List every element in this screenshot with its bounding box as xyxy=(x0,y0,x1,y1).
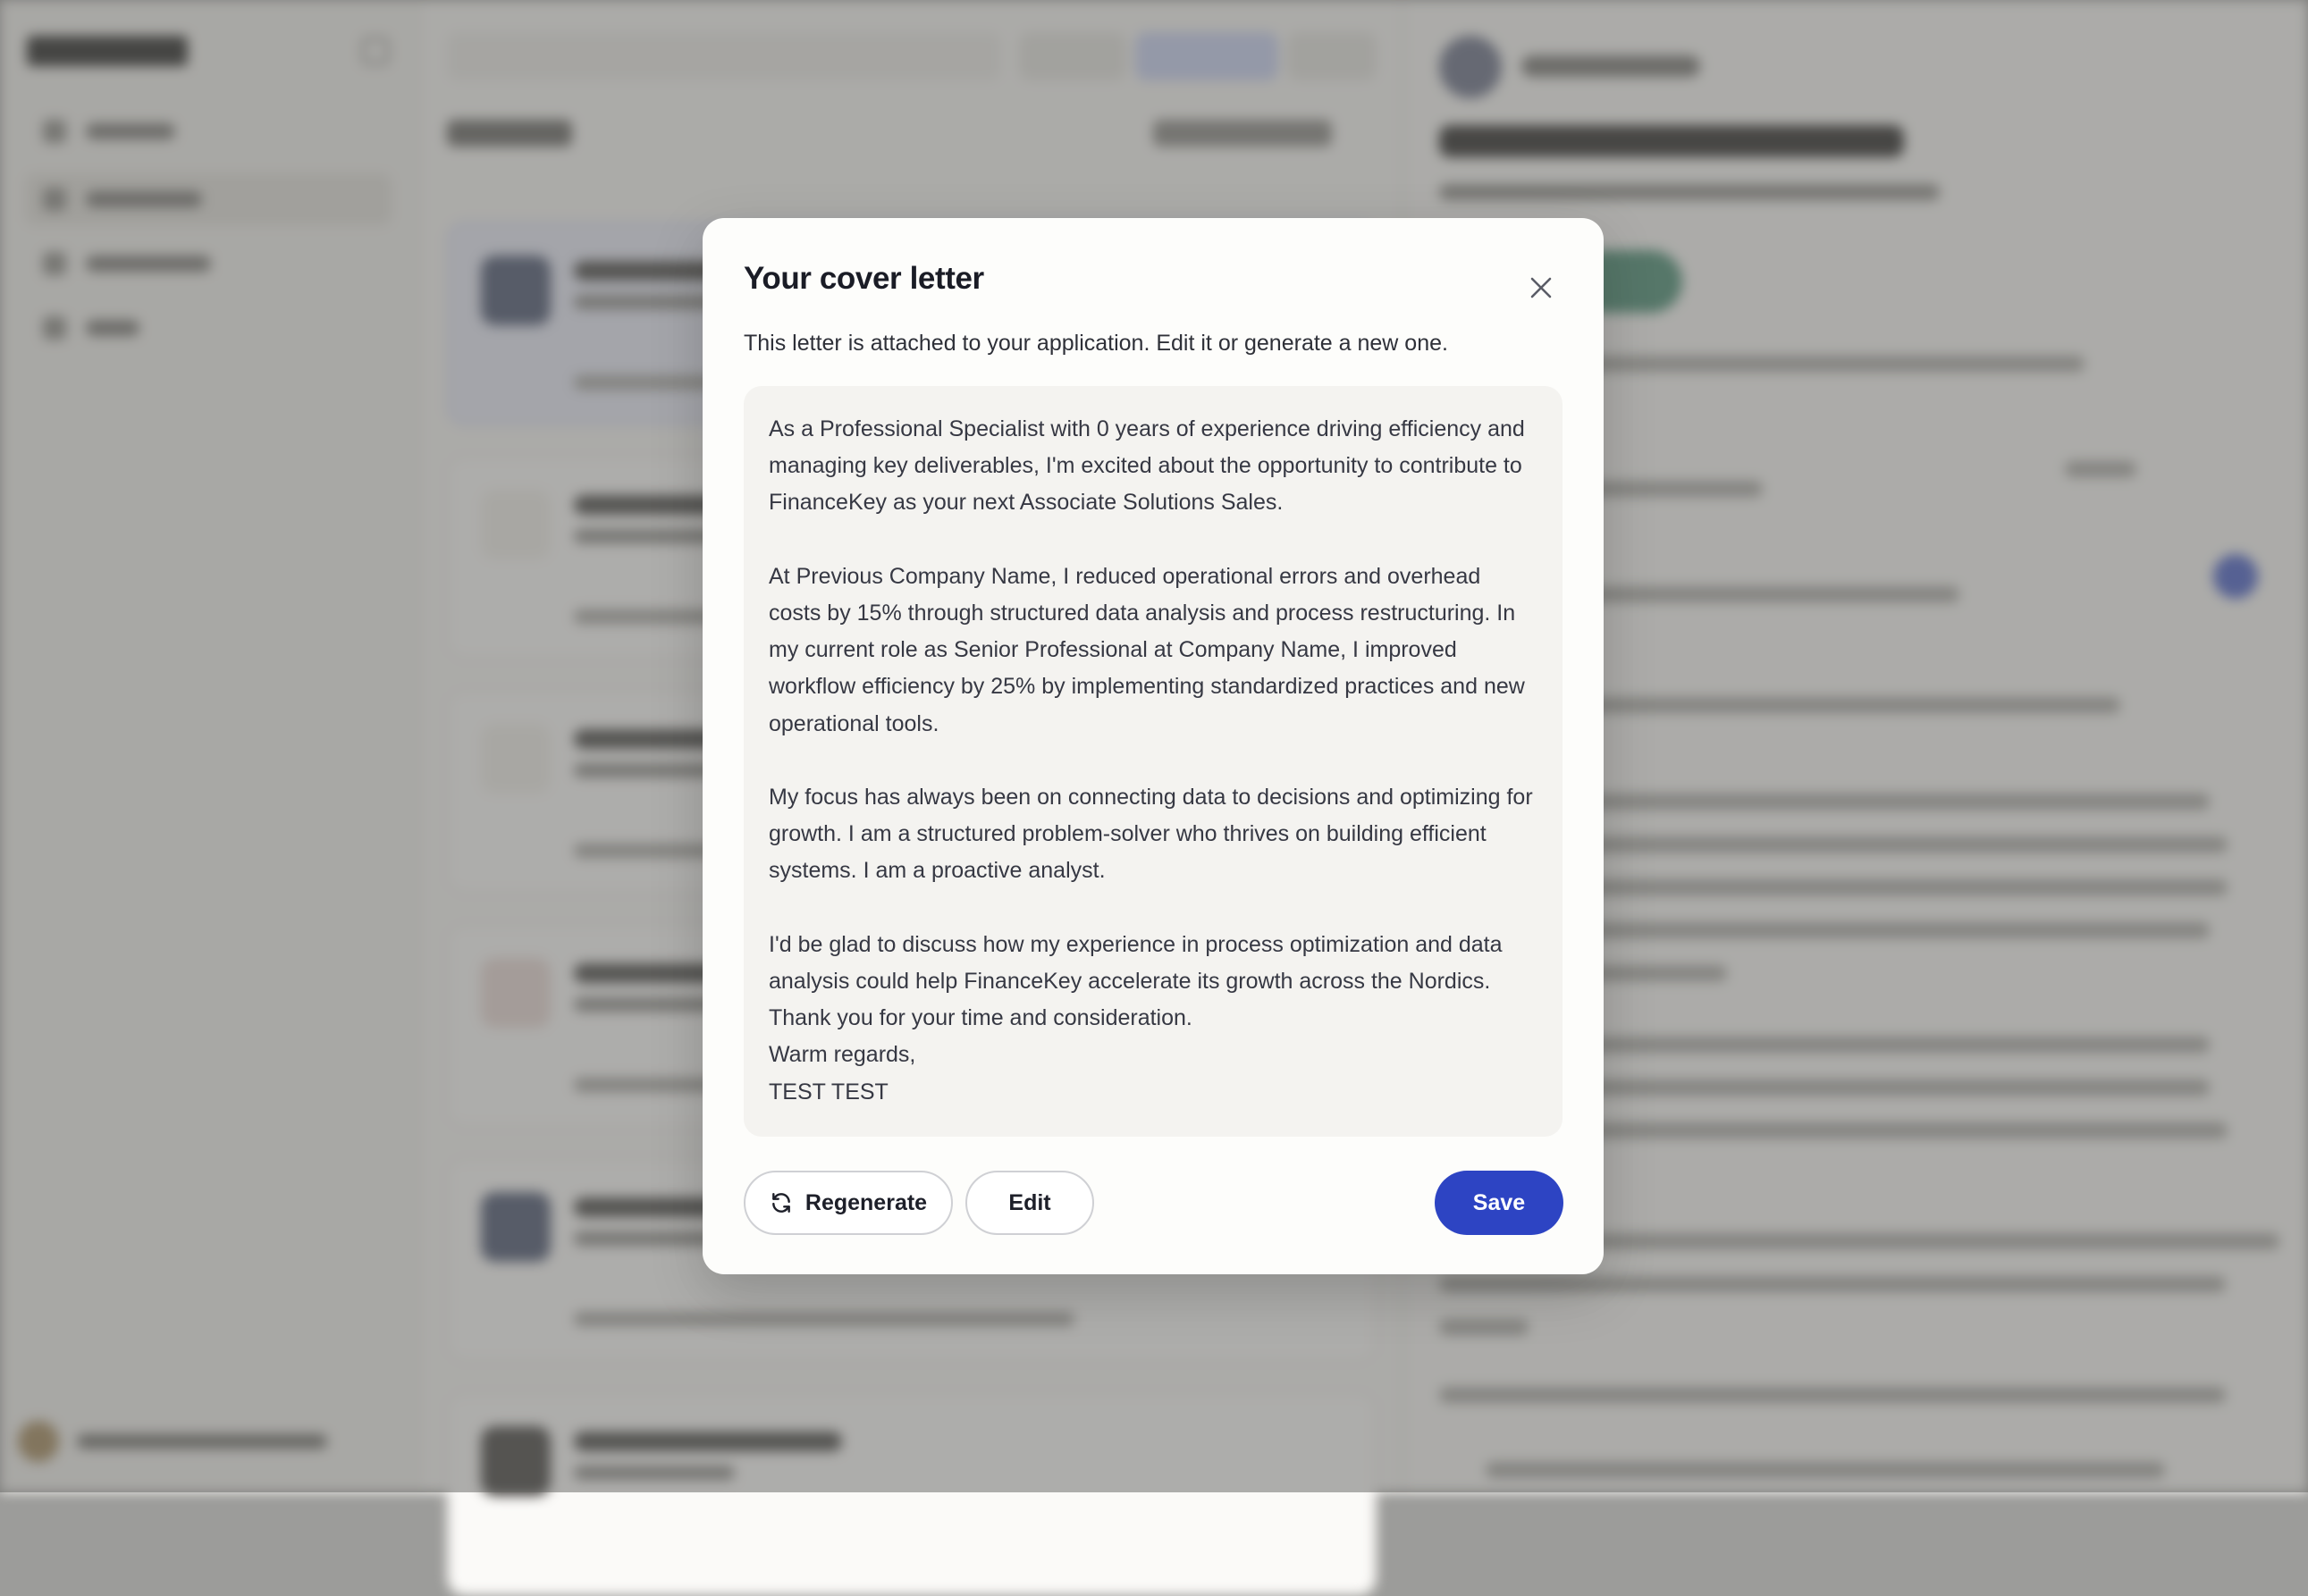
edit-label: Edit xyxy=(1008,1190,1050,1216)
regenerate-button[interactable]: Regenerate xyxy=(744,1171,953,1235)
refresh-icon xyxy=(770,1191,793,1214)
save-button[interactable]: Save xyxy=(1435,1171,1563,1235)
dialog-subtitle: This letter is attached to your applicat… xyxy=(744,331,1448,357)
edit-button[interactable]: Edit xyxy=(965,1171,1094,1235)
close-button[interactable] xyxy=(1516,263,1566,313)
cover-letter-text[interactable]: As a Professional Specialist with 0 year… xyxy=(744,386,1563,1137)
close-icon xyxy=(1529,275,1554,300)
cover-letter-dialog: Your cover letter This letter is attache… xyxy=(703,218,1604,1274)
dialog-title: Your cover letter xyxy=(744,261,984,297)
regenerate-label: Regenerate xyxy=(805,1190,927,1216)
save-label: Save xyxy=(1473,1190,1525,1216)
